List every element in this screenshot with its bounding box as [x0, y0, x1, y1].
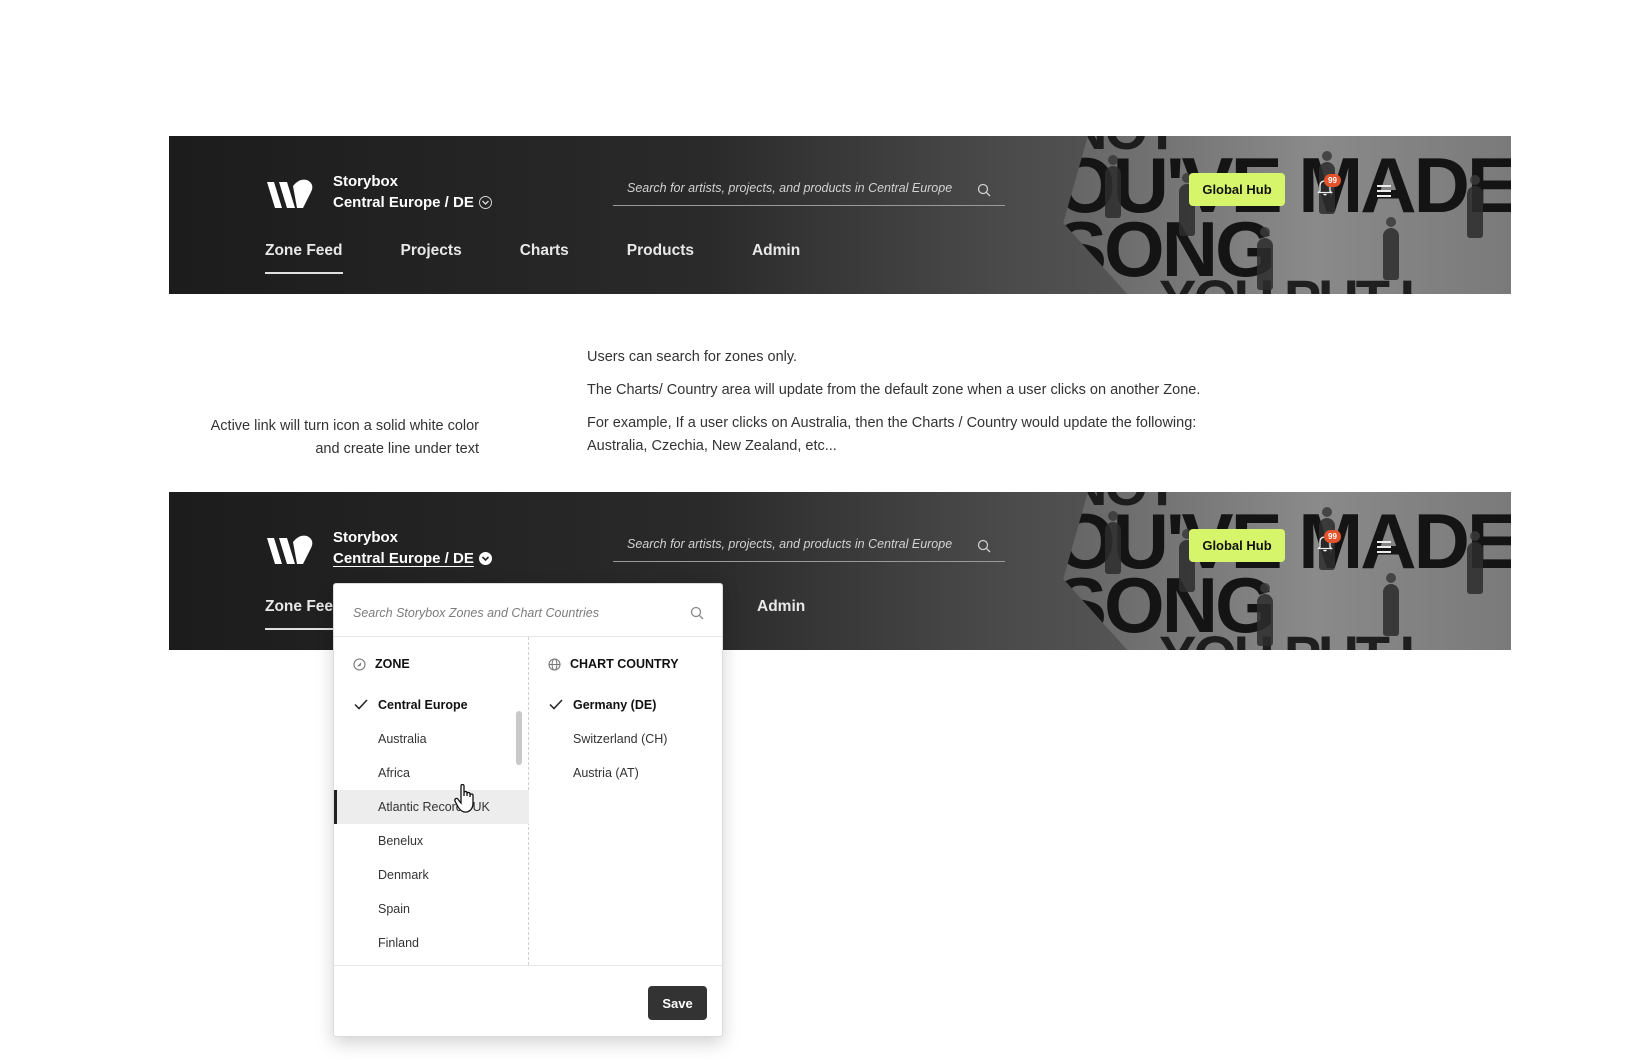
zone-option-label: Benelux — [378, 834, 424, 848]
zone-option[interactable]: Denmark — [334, 858, 529, 892]
zone-list-scrollbar[interactable] — [516, 711, 522, 765]
nav-products[interactable]: Products — [627, 242, 694, 260]
hero-banner-image: NOT OU'VE MADE SONG YOU PUT I — [1063, 492, 1511, 651]
hand-pointer-cursor-icon — [454, 784, 474, 813]
zone-column: ZONE Central Europe Australia Africa Atl… — [334, 637, 529, 965]
zone-selector[interactable]: Central Europe / DE — [333, 192, 492, 213]
search-placeholder: Search for artists, projects, and produc… — [627, 181, 953, 195]
annotation-paragraph: The Charts/ Country area will update fro… — [587, 382, 1201, 398]
annotation-zone-search: Users can search for zones only. The Cha… — [587, 346, 1207, 468]
hero-person-figure — [1467, 531, 1483, 594]
zone-option[interactable]: Spain — [334, 892, 529, 926]
check-icon — [354, 699, 368, 710]
notification-badge: 99 — [1324, 174, 1341, 187]
country-option[interactable]: Austria (AT) — [529, 756, 724, 790]
warner-logo-icon[interactable] — [265, 176, 317, 212]
zone-option[interactable]: Benelux — [334, 824, 529, 858]
chart-country-heading-label: CHART COUNTRY — [570, 657, 679, 671]
hero-person-figure — [1105, 155, 1121, 218]
hamburger-menu-icon[interactable] — [1377, 185, 1391, 200]
country-option[interactable]: Switzerland (CH) — [529, 722, 724, 756]
zone-search-placeholder: Search Storybox Zones and Chart Countrie… — [353, 606, 599, 620]
global-search-input[interactable]: Search for artists, projects, and produc… — [613, 532, 1005, 562]
nav-charts[interactable]: Charts — [520, 242, 569, 260]
brand-name: Storybox — [333, 529, 399, 546]
hero-person-figure — [1467, 175, 1483, 238]
app-header-default: NOT OU'VE MADE SONG YOU PUT I Storybox C… — [169, 136, 1511, 294]
hamburger-menu-icon[interactable] — [1377, 541, 1391, 556]
brand-block: Storybox Central Europe / DE — [333, 528, 492, 569]
zone-option-label: Central Europe — [378, 698, 468, 712]
notification-badge: 99 — [1324, 530, 1341, 543]
annotation-paragraph: Users can search for zones only. — [587, 349, 798, 365]
nav-zone-feed[interactable]: Zone Feed — [265, 242, 343, 274]
annotation-line: Active link will turn icon a solid white… — [210, 418, 479, 434]
zone-selector-active[interactable]: Central Europe / DE — [333, 548, 492, 569]
search-icon[interactable] — [977, 539, 991, 553]
zone-option[interactable]: Finland — [334, 926, 529, 960]
nav-admin[interactable]: Admin — [757, 598, 805, 616]
country-option-label: Germany (DE) — [573, 698, 657, 712]
zone-label: Central Europe / DE — [333, 550, 474, 567]
main-nav-right: Admin — [757, 598, 805, 616]
country-option[interactable]: Germany (DE) — [529, 688, 724, 722]
nav-projects[interactable]: Projects — [401, 242, 462, 260]
main-nav: Zone Feed Projects Charts Products Admin — [265, 242, 800, 274]
search-icon[interactable] — [977, 183, 991, 197]
hero-person-figure — [1105, 511, 1121, 574]
annotation-paragraph: For example, If a user clicks on Austral… — [587, 415, 1197, 454]
country-option-label: Switzerland (CH) — [573, 732, 668, 746]
zone-option-label: Finland — [378, 936, 419, 950]
zone-option[interactable]: Australia — [334, 722, 529, 756]
zone-option-label: Denmark — [378, 868, 429, 882]
zone-option-label: Spain — [378, 902, 410, 916]
hero-person-figure — [1383, 217, 1399, 280]
zone-search-input[interactable]: Search Storybox Zones and Chart Countrie… — [334, 584, 722, 637]
global-search-input[interactable]: Search for artists, projects, and produc… — [613, 176, 1005, 206]
globe-icon — [548, 657, 561, 671]
check-icon — [549, 699, 563, 710]
search-placeholder: Search for artists, projects, and produc… — [627, 537, 953, 551]
annotation-active-link: Active link will turn icon a solid white… — [183, 415, 479, 461]
global-hub-button[interactable]: Global Hub — [1189, 529, 1285, 562]
zone-option-hovered[interactable]: Atlantic Records UK — [334, 790, 529, 824]
search-icon[interactable] — [690, 606, 704, 620]
zone-label: Central Europe / DE — [333, 194, 474, 211]
zone-target-icon — [353, 657, 366, 671]
hero-text-line-4: YOU PUT I — [1159, 628, 1415, 651]
zone-heading-label: ZONE — [375, 657, 410, 671]
chevron-down-circle-solid-icon — [478, 552, 492, 565]
main-nav: Zone Fee — [265, 598, 334, 630]
zone-option-label: Australia — [378, 732, 427, 746]
brand-block: Storybox Central Europe / DE — [333, 172, 492, 213]
hero-person-figure — [1257, 583, 1273, 646]
zone-dropdown-panel: Search Storybox Zones and Chart Countrie… — [333, 583, 723, 1037]
save-button[interactable]: Save — [648, 986, 707, 1020]
chevron-down-circle-icon — [478, 196, 492, 209]
brand-name: Storybox — [333, 173, 399, 190]
hero-text-line-4: YOU PUT I — [1159, 272, 1415, 295]
chart-country-heading: CHART COUNTRY — [548, 657, 679, 671]
global-hub-button[interactable]: Global Hub — [1189, 173, 1285, 206]
hero-person-figure — [1257, 227, 1273, 290]
zone-option[interactable]: Africa — [334, 756, 529, 790]
zone-heading: ZONE — [353, 657, 410, 671]
dropdown-footer: Save — [334, 965, 722, 1038]
country-option-label: Austria (AT) — [573, 766, 639, 780]
chart-country-column: CHART COUNTRY Germany (DE) Switzerland (… — [529, 637, 722, 965]
annotation-line: and create line under text — [315, 441, 479, 457]
hero-person-figure — [1383, 573, 1399, 636]
zone-option-label: Africa — [378, 766, 410, 780]
nav-admin[interactable]: Admin — [752, 242, 800, 260]
warner-logo-icon[interactable] — [265, 532, 317, 568]
zone-option[interactable]: Central Europe — [334, 688, 529, 722]
hero-banner-image: NOT OU'VE MADE SONG YOU PUT I — [1063, 136, 1511, 295]
nav-zone-feed[interactable]: Zone Fee — [265, 598, 334, 630]
